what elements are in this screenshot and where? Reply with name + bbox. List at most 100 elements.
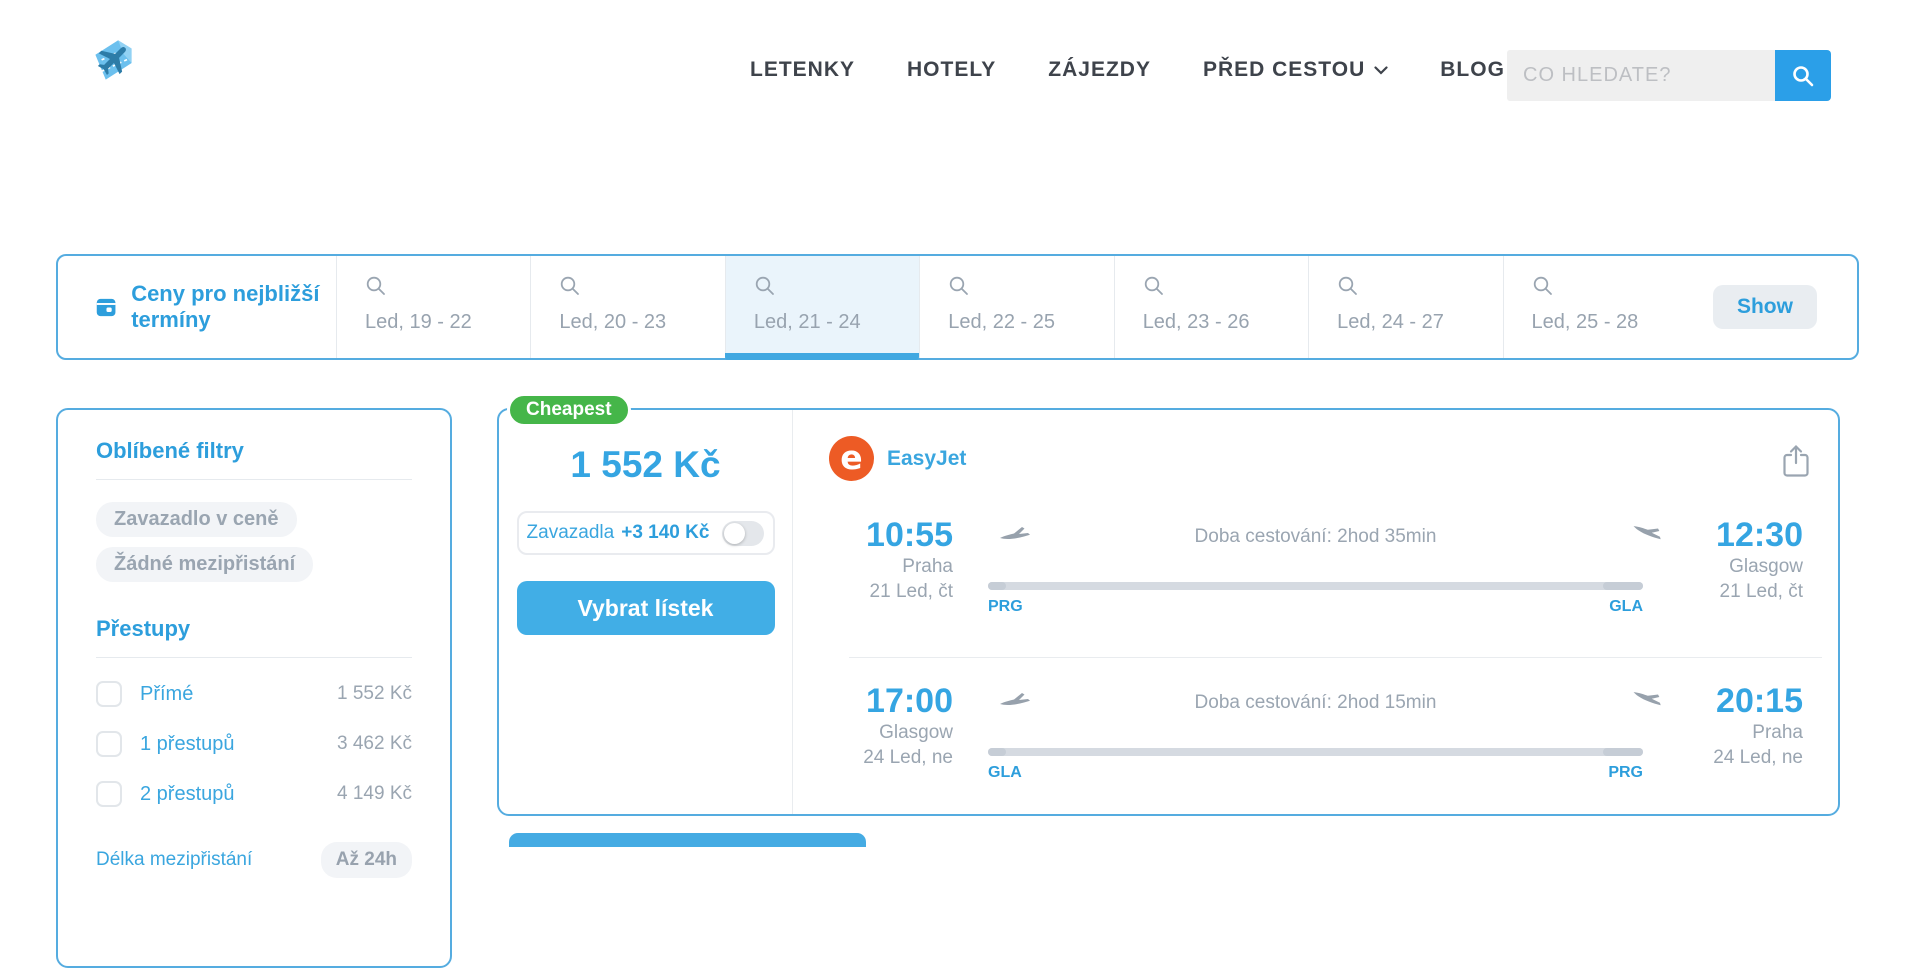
flight-result-card: Cheapest 1 552 Kč Zavazadla +3 140 Kč Vy… xyxy=(497,393,1840,816)
calendar-icon xyxy=(96,298,116,316)
checkbox-2-stops[interactable] xyxy=(96,781,122,807)
baggage-price: +3 140 Kč xyxy=(621,522,710,543)
share-icon xyxy=(1783,445,1809,477)
search-icon xyxy=(1533,276,1552,295)
date-tab-label: Led, 21 - 24 xyxy=(753,311,861,333)
search-icon xyxy=(1338,276,1358,295)
flight-progress-bar xyxy=(988,748,1643,756)
stop-label: 2 přestupů xyxy=(140,782,235,805)
stop-price: 1 552 Kč xyxy=(337,683,412,704)
arrival-time: 20:15 xyxy=(1716,682,1803,720)
arrival-city: Glasgow xyxy=(1729,556,1803,577)
departure-time: 10:55 xyxy=(866,516,953,554)
main-nav: LETENKY HOTELY ZÁJEZDY PŘED CESTOU BLOG xyxy=(750,58,1505,82)
departure-time: 17:00 xyxy=(866,682,953,720)
filter-chip-no-layover[interactable]: Žádné mezipřistání xyxy=(96,547,314,582)
search-icon xyxy=(366,276,385,295)
nav-item-blog[interactable]: BLOG xyxy=(1440,58,1505,82)
date-tab-label: Led, 24 - 27 xyxy=(1337,311,1444,333)
airline-name: EasyJet xyxy=(887,446,967,470)
site-logo[interactable] xyxy=(84,32,142,92)
travel-duration: Doba cestování: 2hod 15min xyxy=(1194,692,1437,713)
price-section: 1 552 Kč Zavazadla +3 140 Kč Vybrat líst… xyxy=(499,410,792,814)
airport-codes: PRG GLA xyxy=(988,598,1643,616)
checkbox-direct[interactable] xyxy=(96,681,122,707)
baggage-option-box: Zavazadla +3 140 Kč xyxy=(516,511,775,555)
layover-duration-value[interactable]: Až 24h xyxy=(320,842,412,878)
nav-item-letenky[interactable]: LETENKY xyxy=(750,58,855,82)
favorite-filters-title: Oblíbené filtry xyxy=(96,438,244,463)
search-input[interactable] xyxy=(1507,50,1775,101)
layover-duration-row: Délka mezipřistání Až 24h xyxy=(96,842,412,878)
nav-item-label: PŘED CESTOU xyxy=(1202,58,1366,81)
departure-city: Glasgow xyxy=(879,722,953,743)
date-tab-label: Led, 23 - 26 xyxy=(1142,311,1250,333)
flight-progress-bar xyxy=(988,582,1643,590)
search-icon xyxy=(755,276,774,295)
filter-chip-baggage-included[interactable]: Zavazadlo v ceně xyxy=(96,502,297,537)
arrival-airport-code: PRG xyxy=(1608,764,1643,781)
airline-row: e EasyJet xyxy=(829,436,966,481)
layover-duration-label: Délka mezipřistání xyxy=(96,849,253,870)
stop-row-1-stop: 1 přestupů 3 462 Kč xyxy=(96,730,412,758)
date-tab-led-22-25[interactable]: Led, 22 - 25 xyxy=(919,256,1113,358)
easyjet-logo-icon: e xyxy=(829,436,874,481)
departure-airport-code: PRG xyxy=(988,598,1023,615)
departure-date: 21 Led, čt xyxy=(869,581,953,602)
departure-info: 17:00 Glasgow 24 Led, ne xyxy=(793,682,953,770)
arrival-info: 20:15 Praha 24 Led, ne xyxy=(1643,682,1803,770)
stop-row-direct: Přímé 1 552 Kč xyxy=(96,680,412,708)
date-bar-title: Ceny pro nejbližší termíny xyxy=(58,256,336,358)
nav-item-hotely[interactable]: HOTELY xyxy=(907,58,996,82)
airport-codes: GLA PRG xyxy=(988,764,1643,782)
date-price-bar: Ceny pro nejbližší termíny Led, 19 - 22 … xyxy=(56,254,1859,360)
stop-label: Přímé xyxy=(140,682,194,705)
arrival-info: 12:30 Glasgow 21 Led, čt xyxy=(1643,516,1803,604)
divider xyxy=(96,657,412,658)
share-button[interactable] xyxy=(1782,444,1810,481)
date-tab-led-19-22[interactable]: Led, 19 - 22 xyxy=(336,256,530,358)
date-tab-label: Led, 20 - 23 xyxy=(559,311,667,333)
stop-row-2-stops: 2 přestupů 4 149 Kč xyxy=(96,780,412,808)
total-price: 1 552 Kč xyxy=(570,444,721,485)
divider xyxy=(96,479,412,480)
stop-price: 4 149 Kč xyxy=(337,783,412,804)
date-tab-led-21-24-selected[interactable]: Led, 21 - 24 xyxy=(724,256,920,360)
site-search xyxy=(1507,50,1831,101)
departure-airport-code: GLA xyxy=(988,764,1022,781)
date-bar-title-text: Ceny pro nejbližší termíny xyxy=(131,281,320,332)
date-tab-label: Led, 25 - 28 xyxy=(1531,311,1639,333)
baggage-toggle[interactable] xyxy=(722,520,765,546)
chevron-down-icon xyxy=(1374,65,1388,75)
arrival-airport-code: GLA xyxy=(1609,598,1643,615)
checkbox-1-stop[interactable] xyxy=(96,731,122,757)
arrival-city: Praha xyxy=(1752,722,1803,743)
nav-item-zajezdy[interactable]: ZÁJEZDY xyxy=(1048,58,1151,82)
show-button[interactable]: Show xyxy=(1712,285,1817,329)
date-tab-led-23-26[interactable]: Led, 23 - 26 xyxy=(1113,256,1308,358)
filters-panel: Oblíbené filtry Zavazadlo v ceně Žádné m… xyxy=(56,408,452,968)
stop-price: 3 462 Kč xyxy=(337,733,412,754)
search-icon xyxy=(1793,65,1814,86)
select-ticket-button[interactable]: Vybrat lístek xyxy=(516,581,775,635)
date-tab-led-20-23[interactable]: Led, 20 - 23 xyxy=(530,256,724,358)
date-tab-led-24-27[interactable]: Led, 24 - 27 xyxy=(1308,256,1502,358)
search-icon xyxy=(1144,276,1163,295)
date-tab-label: Led, 19 - 22 xyxy=(365,311,472,333)
site-header: LETENKY HOTELY ZÁJEZDY PŘED CESTOU BLOG xyxy=(0,0,1920,120)
search-button[interactable] xyxy=(1775,50,1831,101)
arrival-date: 21 Led, čt xyxy=(1719,581,1803,602)
departure-info: 10:55 Praha 21 Led, čt xyxy=(793,516,953,604)
date-tab-label: Led, 22 - 25 xyxy=(948,311,1056,333)
date-tab-led-25-28[interactable]: Led, 25 - 28 xyxy=(1502,256,1697,358)
stops-title: Přestupy xyxy=(96,616,191,641)
arrival-time: 12:30 xyxy=(1716,516,1803,554)
stop-label: 1 přestupů xyxy=(140,732,235,755)
itinerary-section: e EasyJet 10:55 Praha 21 Led, čt Doba ce… xyxy=(793,410,1838,814)
search-icon xyxy=(950,276,969,295)
toggle-knob xyxy=(724,522,746,544)
departure-city: Praha xyxy=(902,556,953,577)
next-card-top[interactable] xyxy=(509,833,866,847)
nav-item-pred-cestou[interactable]: PŘED CESTOU xyxy=(1203,58,1388,82)
divider xyxy=(849,657,1822,658)
